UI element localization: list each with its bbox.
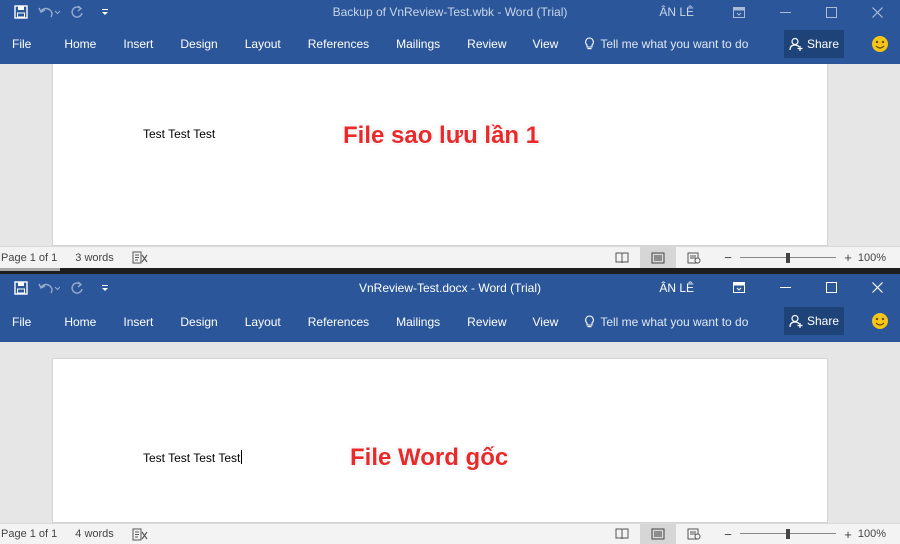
zoom-in-button[interactable]: + <box>840 250 856 265</box>
tab-view[interactable]: View <box>533 301 559 342</box>
tell-me-search[interactable]: Tell me what you want to do <box>584 37 748 51</box>
tab-insert[interactable]: Insert <box>123 301 153 342</box>
tab-view[interactable]: View <box>533 24 559 64</box>
proofing-icon[interactable] <box>132 251 148 264</box>
tab-layout[interactable]: Layout <box>245 24 281 64</box>
ribbon-display-icon[interactable] <box>716 274 762 301</box>
smiley-icon[interactable] <box>870 311 890 331</box>
tab-home[interactable]: Home <box>64 301 96 342</box>
tab-file[interactable]: File <box>12 301 31 342</box>
zoom-slider[interactable] <box>740 528 836 540</box>
tell-me-text: Tell me what you want to do <box>600 314 749 329</box>
minimize-icon[interactable] <box>762 0 808 24</box>
title-bar: VnReview-Test.docx - Word (Trial) ÂN LÊ <box>0 274 900 301</box>
zoom-out-button[interactable]: − <box>720 250 736 265</box>
tab-layout[interactable]: Layout <box>245 301 281 342</box>
status-bar: Page 1 of 1 4 words − + 100% <box>0 523 900 544</box>
ribbon-tabs: File Home Insert Design Layout Reference… <box>0 24 558 64</box>
ribbon-display-icon[interactable] <box>716 0 762 24</box>
share-button[interactable]: Share <box>784 30 844 58</box>
tab-home[interactable]: Home <box>64 24 96 64</box>
tab-design[interactable]: Design <box>180 301 217 342</box>
tab-mailings[interactable]: Mailings <box>396 301 440 342</box>
zoom-out-button[interactable]: − <box>720 527 736 542</box>
tab-mailings[interactable]: Mailings <box>396 24 440 64</box>
close-icon[interactable] <box>854 0 900 24</box>
document-text[interactable]: Test Test Test <box>143 127 215 141</box>
tab-review[interactable]: Review <box>467 301 506 342</box>
save-icon[interactable] <box>10 278 32 298</box>
redo-icon[interactable] <box>66 2 88 22</box>
read-mode-icon[interactable] <box>604 524 640 544</box>
zoom-slider[interactable] <box>740 252 836 264</box>
minimize-icon[interactable] <box>762 274 808 301</box>
quick-access-toolbar <box>0 0 122 24</box>
original-word-window: VnReview-Test.docx - Word (Trial) ÂN LÊ … <box>0 274 900 544</box>
share-label: Share <box>806 314 840 328</box>
redo-icon[interactable] <box>66 278 88 298</box>
proofing-icon[interactable] <box>132 528 148 541</box>
ribbon-tabs: File Home Insert Design Layout Reference… <box>0 301 558 342</box>
lightbulb-icon <box>585 314 595 327</box>
quick-access-toolbar <box>0 274 122 301</box>
lightbulb-icon <box>585 37 595 50</box>
zoom-level[interactable]: 100% <box>856 528 900 540</box>
tab-design[interactable]: Design <box>180 24 217 64</box>
tab-references[interactable]: References <box>308 301 369 342</box>
save-icon[interactable] <box>10 2 32 22</box>
tab-review[interactable]: Review <box>467 24 506 64</box>
smiley-icon[interactable] <box>870 34 890 54</box>
share-button[interactable]: Share <box>784 307 844 335</box>
tell-me-text: Tell me what you want to do <box>600 37 749 51</box>
user-name[interactable]: ÂN LÊ <box>659 5 694 19</box>
ribbon-tab-bar: File Home Insert Design Layout Reference… <box>0 301 900 342</box>
customize-qat-icon[interactable] <box>94 278 116 298</box>
print-layout-icon[interactable] <box>640 524 676 544</box>
person-icon <box>789 314 803 328</box>
tell-me-search[interactable]: Tell me what you want to do <box>584 315 748 329</box>
text-cursor <box>241 450 243 464</box>
word-count[interactable]: 4 words <box>75 528 114 540</box>
backup-word-window: Backup of VnReview-Test.wbk - Word (Tria… <box>0 0 900 268</box>
annotation-label: File Word gốc <box>350 444 509 471</box>
document-area: Test Test Test File sao lưu lần 1 <box>0 64 900 246</box>
annotation-label: File sao lưu lần 1 <box>343 122 540 149</box>
word-count[interactable]: 3 words <box>75 252 114 264</box>
tab-insert[interactable]: Insert <box>123 24 153 64</box>
web-layout-icon[interactable] <box>676 524 712 544</box>
user-name[interactable]: ÂN LÊ <box>659 281 694 295</box>
undo-icon[interactable] <box>38 2 60 22</box>
document-page[interactable]: Test Test Test Test File Word gốc <box>52 358 828 523</box>
share-label: Share <box>806 37 840 51</box>
title-bar: Backup of VnReview-Test.wbk - Word (Tria… <box>0 0 900 24</box>
separator-highlight <box>0 268 60 271</box>
read-mode-icon[interactable] <box>604 247 640 268</box>
zoom-level[interactable]: 100% <box>856 252 900 264</box>
maximize-icon[interactable] <box>808 274 854 301</box>
close-icon[interactable] <box>854 274 900 301</box>
page-count[interactable]: Page 1 of 1 <box>1 528 57 540</box>
page-count[interactable]: Page 1 of 1 <box>1 252 57 264</box>
tab-file[interactable]: File <box>12 24 31 64</box>
maximize-icon[interactable] <box>808 0 854 24</box>
zoom-thumb[interactable] <box>786 529 790 539</box>
document-area: Test Test Test Test File Word gốc <box>0 342 900 523</box>
status-bar: Page 1 of 1 3 words − + 100% <box>0 246 900 268</box>
person-icon <box>789 37 803 51</box>
tab-references[interactable]: References <box>308 24 369 64</box>
print-layout-icon[interactable] <box>640 247 676 268</box>
web-layout-icon[interactable] <box>676 247 712 268</box>
ribbon-tab-bar: File Home Insert Design Layout Reference… <box>0 24 900 64</box>
customize-qat-icon[interactable] <box>94 2 116 22</box>
zoom-thumb[interactable] <box>786 252 790 263</box>
document-text-content: Test Test Test Test <box>143 451 241 465</box>
zoom-in-button[interactable]: + <box>840 527 856 542</box>
document-text[interactable]: Test Test Test Test <box>143 450 243 465</box>
document-page[interactable]: Test Test Test File sao lưu lần 1 <box>52 64 828 246</box>
undo-icon[interactable] <box>38 278 60 298</box>
